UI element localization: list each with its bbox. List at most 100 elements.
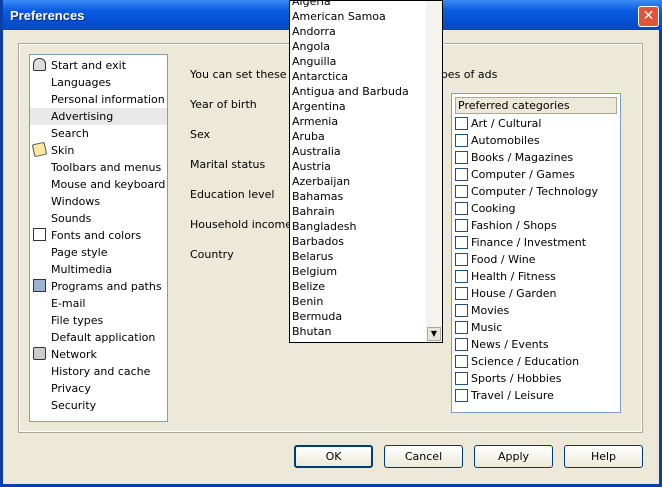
category-checkbox[interactable]	[455, 134, 468, 147]
country-option[interactable]: Benin	[292, 294, 323, 309]
country-dropdown-list[interactable]: BoliviaBhutanBermudaBeninBelizeBelgiumBe…	[289, 0, 443, 343]
ok-button[interactable]: OK	[294, 445, 373, 468]
country-option[interactable]: Algeria	[292, 1, 331, 9]
category-checkbox[interactable]	[455, 372, 468, 385]
category-label: Computer / Games	[471, 168, 575, 181]
category-label: Art / Cultural	[471, 117, 542, 130]
window-title: Preferences	[10, 8, 85, 23]
apply-button[interactable]: Apply	[474, 445, 553, 468]
advertising-intro-text: You can set these op	[190, 68, 304, 81]
category-checkbox[interactable]	[455, 117, 468, 130]
category-checkbox[interactable]	[455, 270, 468, 283]
country-option[interactable]: Barbados	[292, 234, 344, 249]
page-icon	[33, 228, 46, 241]
nav-item-label: Mouse and keyboard	[51, 178, 166, 191]
nav-item-default-application[interactable]: Default application	[30, 329, 167, 346]
nav-item-e-mail[interactable]: E-mail	[30, 295, 167, 312]
nav-item-sounds[interactable]: Sounds	[30, 210, 167, 227]
nav-item-label: Fonts and colors	[51, 229, 142, 242]
country-option[interactable]: Bahamas	[292, 189, 343, 204]
country-option[interactable]: Bangladesh	[292, 219, 357, 234]
disk-icon	[33, 279, 46, 292]
dropdown-scrollbar[interactable]	[426, 1, 442, 342]
category-label: Automobiles	[471, 134, 540, 147]
country-option[interactable]: Argentina	[292, 99, 346, 114]
nav-item-personal-information[interactable]: Personal information	[30, 91, 167, 108]
nav-item-fonts-and-colors[interactable]: Fonts and colors	[30, 227, 167, 244]
country-option[interactable]: Australia	[292, 144, 341, 159]
close-button[interactable]: ✕	[638, 6, 659, 27]
country-option[interactable]: Bermuda	[292, 309, 342, 324]
preferred-categories-list: Preferred categories Art / Cultural Autom…	[451, 93, 621, 413]
nav-item-mouse-and-keyboard[interactable]: Mouse and keyboard	[30, 176, 167, 193]
help-button[interactable]: Help	[564, 445, 643, 468]
nav-item-label: Skin	[51, 144, 75, 157]
preferred-categories-header: Preferred categories	[455, 97, 617, 114]
country-option[interactable]: Andorra	[292, 24, 336, 39]
category-label: News / Events	[471, 338, 549, 351]
nav-item-label: Personal information	[51, 93, 165, 106]
country-option[interactable]: Austria	[292, 159, 331, 174]
nav-item-label: Privacy	[51, 382, 91, 395]
category-label: Movies	[471, 304, 510, 317]
nav-item-label: Start and exit	[51, 59, 127, 72]
country-option[interactable]: Aruba	[292, 129, 325, 144]
category-checkbox[interactable]	[455, 168, 468, 181]
category-label: Cooking	[471, 202, 516, 215]
nav-item-toolbars-and-menus[interactable]: Toolbars and menus	[30, 159, 167, 176]
nav-item-skin[interactable]: Skin	[30, 141, 167, 159]
category-checkbox[interactable]	[455, 304, 468, 317]
category-checkbox[interactable]	[455, 185, 468, 198]
country-option[interactable]: Bahrain	[292, 204, 335, 219]
nav-item-start-and-exit[interactable]: Start and exit	[30, 57, 167, 74]
nav-item-history-and-cache[interactable]: History and cache	[30, 363, 167, 380]
country-option[interactable]: Belgium	[292, 264, 337, 279]
year-of-birth-label: Year of birth	[190, 98, 257, 111]
category-checkbox[interactable]	[455, 253, 468, 266]
nav-item-languages[interactable]: Languages	[30, 74, 167, 91]
category-checkbox[interactable]	[455, 287, 468, 300]
country-option[interactable]: Antigua and Barbuda	[292, 84, 409, 99]
country-option[interactable]: Angola	[292, 39, 330, 54]
nav-item-label: Advertising	[51, 110, 114, 123]
category-checkbox[interactable]	[455, 236, 468, 249]
category-label: Books / Magazines	[471, 151, 574, 164]
category-checkbox[interactable]	[455, 321, 468, 334]
nav-item-label: Programs and paths	[51, 280, 162, 293]
category-checkbox[interactable]	[455, 355, 468, 368]
nav-item-search[interactable]: Search	[30, 125, 167, 142]
nav-item-windows[interactable]: Windows	[30, 193, 167, 210]
nav-item-programs-and-paths[interactable]: Programs and paths	[30, 278, 167, 295]
nav-item-label: Network	[51, 348, 97, 361]
nav-item-network[interactable]: Network	[30, 346, 167, 363]
nav-item-privacy[interactable]: Privacy	[30, 380, 167, 397]
category-checkbox[interactable]	[455, 389, 468, 402]
category-checkbox[interactable]	[455, 338, 468, 351]
scroll-down-arrow-icon[interactable]: ▼	[427, 327, 441, 341]
nav-item-label: Sounds	[51, 212, 92, 225]
country-option[interactable]: Azerbaijan	[292, 174, 350, 189]
nav-item-multimedia[interactable]: Multimedia	[30, 261, 167, 278]
country-option[interactable]: Belize	[292, 279, 325, 294]
nav-item-file-types[interactable]: File types	[30, 312, 167, 329]
nav-item-advertising[interactable]: Advertising	[30, 108, 167, 125]
nav-item-label: E-mail	[51, 297, 86, 310]
country-option[interactable]: Belarus	[292, 249, 333, 264]
nav-item-label: File types	[51, 314, 104, 327]
country-option[interactable]: Anguilla	[292, 54, 336, 69]
education-level-label: Education level	[190, 188, 275, 201]
country-option[interactable]: Bolivia	[292, 339, 329, 342]
nav-item-label: Default application	[51, 331, 156, 344]
category-checkbox[interactable]	[455, 151, 468, 164]
country-option[interactable]: Bhutan	[292, 324, 332, 339]
nav-item-security[interactable]: Security	[30, 397, 167, 414]
preferences-nav-list: Start and exit Languages Personal informat…	[29, 54, 168, 422]
cancel-button[interactable]: Cancel	[384, 445, 463, 468]
nav-item-page-style[interactable]: Page style	[30, 244, 167, 261]
marital-status-label: Marital status	[190, 158, 266, 171]
country-option[interactable]: American Samoa	[292, 9, 386, 24]
category-checkbox[interactable]	[455, 219, 468, 232]
category-checkbox[interactable]	[455, 202, 468, 215]
country-option[interactable]: Antarctica	[292, 69, 348, 84]
country-option[interactable]: Armenia	[292, 114, 338, 129]
